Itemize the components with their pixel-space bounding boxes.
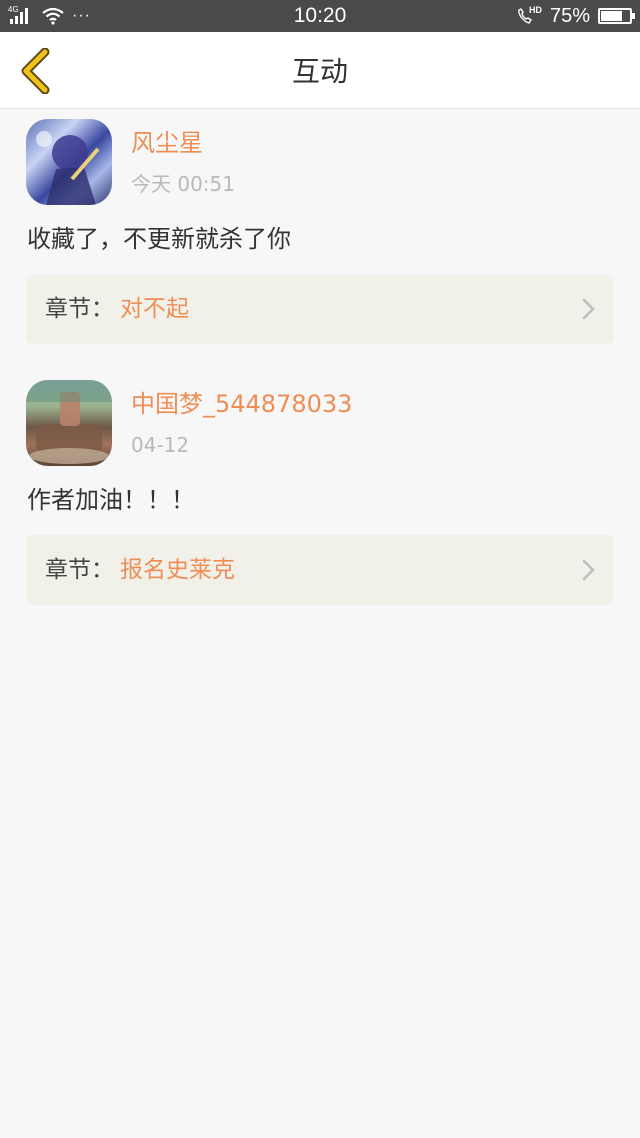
chapter-label: 章节： <box>45 296 114 322</box>
chapter-link[interactable]: 章节： 对不起 <box>26 274 614 344</box>
chapter-label: 章节： <box>45 557 114 583</box>
hd-label: HD <box>528 5 542 15</box>
status-bar: 4G ··· 10:20 HD 75% <box>0 0 640 32</box>
comment-time: 今天 00:51 <box>131 172 235 196</box>
page-title: 互动 <box>291 55 348 88</box>
chevron-right-icon <box>582 298 595 320</box>
comment-text: 收藏了，不更新就杀了你 <box>27 225 291 253</box>
comment-time: 04-12 <box>131 433 190 457</box>
status-bar-right: HD 75% <box>516 5 635 27</box>
comment-text: 作者加油！！！ <box>27 486 195 514</box>
username[interactable]: 风尘星 <box>131 128 203 158</box>
hd-call-icon: HD <box>516 6 542 26</box>
chevron-right-icon <box>582 559 595 581</box>
avatar[interactable] <box>26 119 112 205</box>
username[interactable]: 中国梦_544878033 <box>131 389 352 419</box>
chapter-link[interactable]: 章节： 报名史莱克 <box>26 535 614 605</box>
battery-icon <box>598 8 635 24</box>
chapter-name: 报名史莱克 <box>120 557 235 583</box>
avatar[interactable] <box>26 380 112 466</box>
title-bar: 互动 <box>0 32 640 109</box>
chapter-name: 对不起 <box>120 296 189 322</box>
battery-fill <box>601 11 622 21</box>
battery-percent: 75% <box>549 5 590 27</box>
